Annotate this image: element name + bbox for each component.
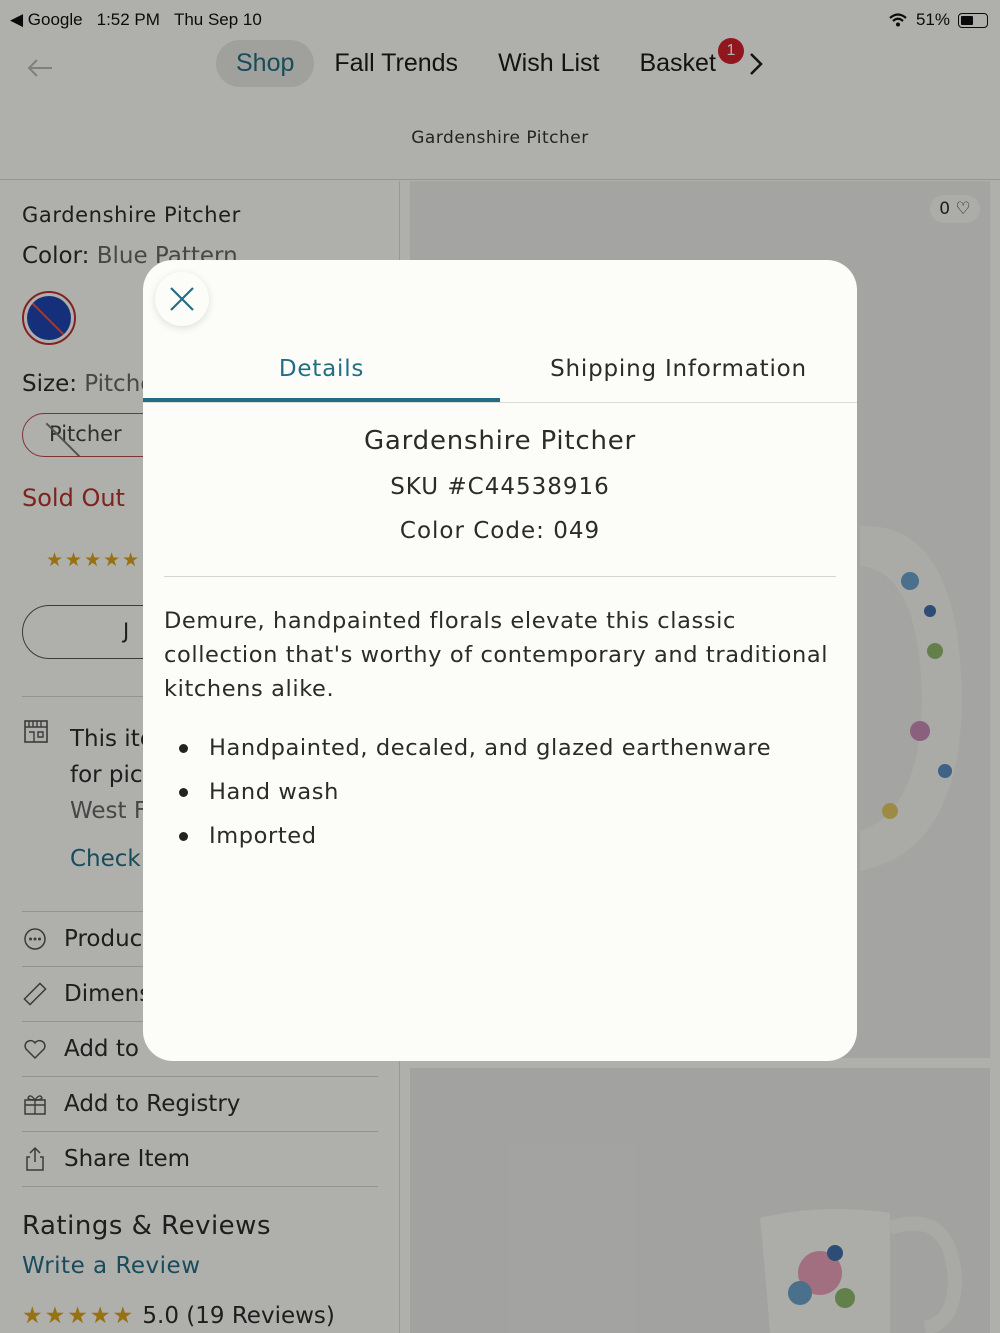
product-sku: SKU #C44538916 xyxy=(390,474,610,500)
divider xyxy=(164,576,836,577)
modal-product-title: Gardenshire Pitcher xyxy=(363,426,637,456)
tab-details[interactable]: Details xyxy=(143,350,500,402)
close-icon xyxy=(170,287,194,311)
modal-tabs: Details Shipping Information xyxy=(143,350,857,403)
product-description: Demure, handpainted florals elevate this… xyxy=(164,608,829,702)
close-button[interactable] xyxy=(155,272,209,326)
details-modal: Details Shipping Information Gardenshire… xyxy=(143,260,857,1061)
color-code: Color Code: 049 xyxy=(399,518,601,544)
list-item: Hand wash xyxy=(179,770,771,814)
feature-list: Handpainted, decaled, and glazed earthen… xyxy=(179,726,771,858)
tab-shipping-information[interactable]: Shipping Information xyxy=(500,350,857,402)
list-item: Handpainted, decaled, and glazed earthen… xyxy=(179,726,771,770)
list-item: Imported xyxy=(179,814,771,858)
